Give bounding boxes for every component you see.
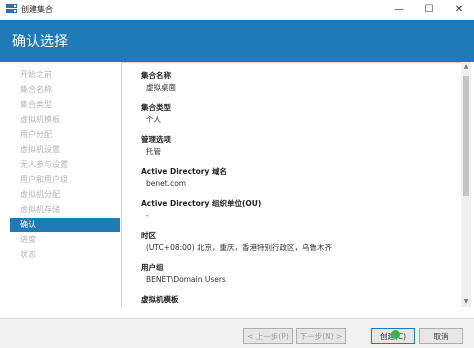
scroll-thumb[interactable]: [463, 76, 469, 196]
field-value: 个人: [146, 115, 161, 124]
field-time-zone: 时区 (UTC+08:00) 北京，重庆，香港特别行政区，乌鲁木齐: [141, 231, 332, 253]
field-value: (UTC+08:00) 北京，重庆，香港特别行政区，乌鲁木齐: [146, 243, 333, 252]
field-label: 时区: [141, 231, 156, 240]
field-ad-domain: Active Directory 域名 benet.com: [141, 167, 227, 189]
nav-item-progress: 进度: [20, 235, 36, 244]
field-collection-type: 集合类型 个人: [141, 103, 171, 125]
field-user-groups: 用户组 BENET\Domain Users: [141, 263, 226, 285]
field-ad-ou: Active Directory 组织单位(OU) -: [141, 199, 261, 221]
nav-item-before-you-begin: 开始之前: [20, 70, 52, 79]
nav-item-vm-storage: 虚拟机存储: [20, 205, 60, 214]
nav-item-vm-settings: 虚拟机设置: [20, 145, 60, 154]
confirmation-panel: 集合名称 虚拟桌面 集合类型 个人 管理选项 托管 Active Directo…: [121, 62, 462, 308]
nav-item-unattended-settings: 无人参与设置: [20, 160, 68, 169]
minimize-button[interactable]: —: [384, 0, 414, 20]
nav-item-collection-type: 集合类型: [20, 100, 52, 109]
maximize-button[interactable]: ☐: [414, 0, 444, 20]
page-title: 确认选择: [12, 34, 68, 50]
previous-button[interactable]: < 上一步(P): [243, 328, 293, 344]
field-value: BENET\Domain Users: [146, 275, 226, 284]
field-label: Active Directory 组织单位(OU): [141, 199, 262, 208]
nav-item-confirmation[interactable]: 确认: [10, 218, 120, 232]
field-label: 虚拟机模板: [141, 295, 179, 304]
field-value: 托管: [146, 147, 161, 156]
create-collection-window: 创建集合 — ☐ ✕ 确认选择 开始之前 集合名称 集合类型 虚拟机模板 用户分…: [0, 0, 474, 348]
cancel-button[interactable]: 取消: [419, 328, 463, 344]
cursor-highlight-icon: [391, 330, 400, 339]
field-label: Active Directory 域名: [141, 167, 227, 176]
page-header: 确认选择: [0, 20, 474, 62]
title-bar: 创建集合 — ☐ ✕: [0, 0, 474, 20]
field-value: 虚拟桌面: [146, 83, 176, 92]
nav-item-results: 状态: [20, 250, 36, 259]
field-label: 集合名称: [141, 71, 171, 80]
field-value: -: [146, 211, 149, 220]
next-button[interactable]: 下一步(N) >: [296, 328, 346, 344]
field-management-option: 管理选项 托管: [141, 135, 171, 157]
close-button[interactable]: ✕: [444, 0, 474, 20]
field-label: 用户组: [141, 263, 164, 272]
field-value: benet.com: [146, 179, 187, 188]
nav-item-vm-allocation: 虚拟机分配: [20, 190, 60, 199]
field-label: 集合类型: [141, 103, 171, 112]
wizard-nav: 开始之前 集合名称 集合类型 虚拟机模板 用户分配 虚拟机设置 无人参与设置 用…: [0, 62, 120, 318]
nav-item-collection-name: 集合名称: [20, 85, 52, 94]
scroll-down-icon[interactable]: ▼: [461, 297, 471, 307]
field-collection-name: 集合名称 虚拟桌面: [141, 71, 176, 93]
vertical-scrollbar[interactable]: ▲ ▼: [461, 62, 471, 307]
field-label: 管理选项: [141, 135, 171, 144]
field-vm-template: 虚拟机模板: [141, 295, 179, 305]
nav-item-vm-template: 虚拟机模板: [20, 115, 60, 124]
server-manager-icon: [6, 4, 17, 13]
nav-item-user-assignment: 用户分配: [20, 130, 52, 139]
window-title: 创建集合: [21, 5, 53, 14]
nav-item-users-groups: 用户和用户组: [20, 175, 68, 184]
scroll-up-icon[interactable]: ▲: [461, 62, 471, 72]
